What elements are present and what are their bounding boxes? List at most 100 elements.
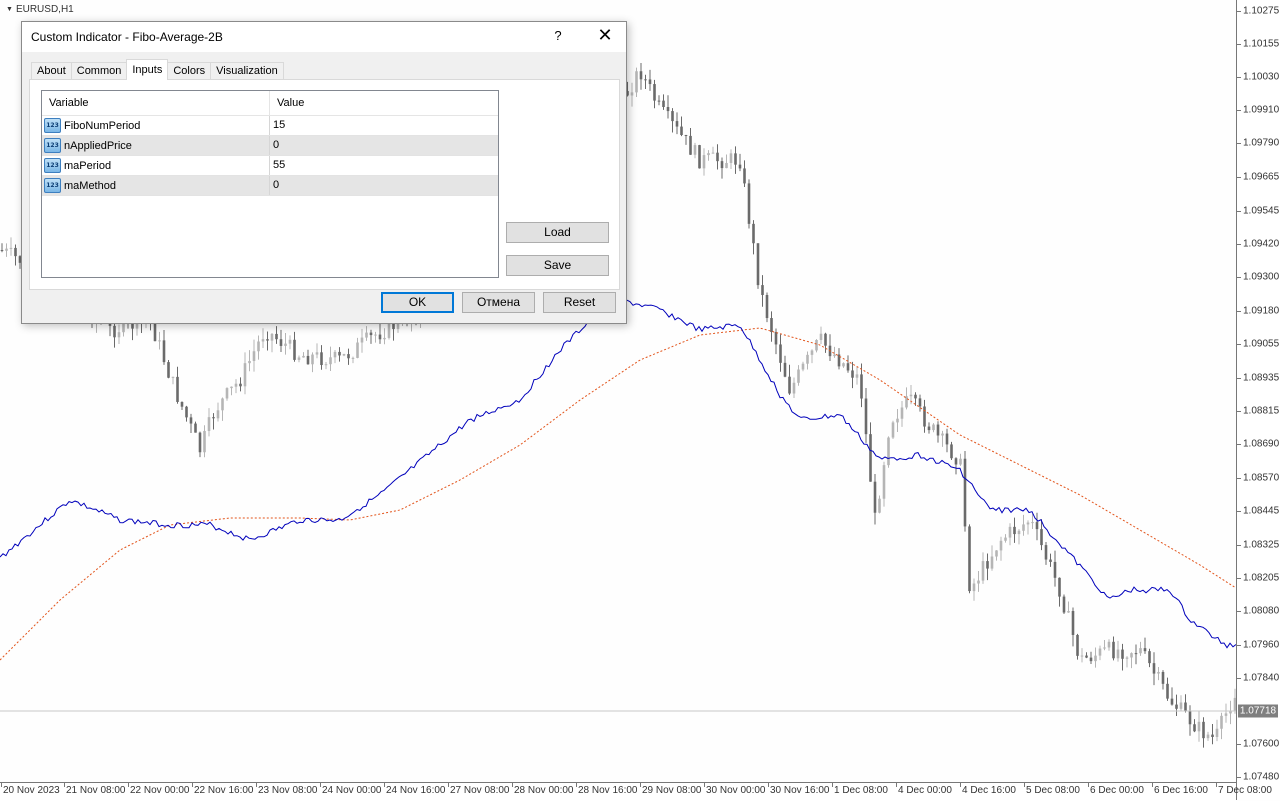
- candle-body: [783, 362, 787, 377]
- moving-average-line: [0, 327, 1236, 661]
- candle-body: [684, 135, 688, 137]
- candle-body: [639, 71, 643, 80]
- price-tick: [1237, 77, 1241, 78]
- candle-body: [180, 401, 184, 407]
- candle-body: [351, 357, 355, 359]
- candle-body: [257, 341, 260, 352]
- table-row[interactable]: 123 maPeriod 55: [42, 156, 498, 176]
- price-tick-label: 1.09545: [1243, 205, 1280, 217]
- time-tick-label: 24 Nov 00:00: [322, 785, 382, 796]
- time-tick-label: 23 Nov 08:00: [258, 785, 318, 796]
- candle-body: [1017, 530, 1021, 535]
- dropdown-triangle-icon[interactable]: ▼: [6, 6, 13, 13]
- close-icon[interactable]: ✕: [592, 25, 618, 46]
- time-tick: [1216, 783, 1217, 787]
- table-row[interactable]: 123 FiboNumPeriod 15: [42, 116, 498, 136]
- row-variable: nAppliedPrice: [64, 139, 132, 152]
- integer-param-icon: 123: [44, 138, 61, 153]
- candle-body: [738, 164, 742, 169]
- candle-body: [158, 340, 161, 342]
- save-button[interactable]: Save: [506, 255, 609, 276]
- time-tick: [896, 783, 897, 787]
- candle-body: [266, 339, 269, 341]
- ok-button[interactable]: OK: [381, 292, 454, 313]
- reset-button[interactable]: Reset: [543, 292, 616, 313]
- candle-body: [1184, 702, 1187, 712]
- time-tick-label: 4 Dec 00:00: [898, 785, 952, 796]
- tab-about[interactable]: About: [31, 62, 72, 80]
- candle-body: [117, 332, 121, 338]
- candle-body: [986, 561, 989, 569]
- candle-body: [162, 340, 166, 363]
- tab-common[interactable]: Common: [70, 62, 128, 80]
- row-variable: maPeriod: [64, 159, 112, 172]
- candle-body: [279, 339, 283, 346]
- price-tick-label: 1.09180: [1243, 305, 1280, 317]
- time-tick: [128, 783, 129, 787]
- candle-body: [972, 583, 976, 592]
- candle-body: [1031, 522, 1034, 524]
- price-tick: [1237, 244, 1241, 245]
- candle-body: [671, 111, 674, 122]
- price-tick: [1237, 143, 1241, 144]
- time-tick-label: 1 Dec 08:00: [834, 785, 888, 796]
- candle-body: [1094, 655, 1097, 662]
- candle-body: [720, 161, 724, 169]
- candle-body: [1103, 647, 1106, 649]
- candle-body: [234, 383, 238, 387]
- row-value[interactable]: 15: [270, 116, 285, 135]
- candle-body: [918, 398, 922, 407]
- time-tick: [64, 783, 65, 787]
- inputs-table: Variable Value 123 FiboNumPeriod 15 123 nA…: [41, 90, 499, 278]
- candle-body: [801, 363, 805, 370]
- candle-body: [347, 354, 350, 359]
- price-tick-label: 1.07600: [1243, 738, 1280, 750]
- candle-body: [936, 424, 940, 436]
- time-tick: [448, 783, 449, 787]
- table-row[interactable]: 123 nAppliedPrice 0: [42, 136, 498, 156]
- candle-body: [369, 332, 373, 336]
- candle-body: [1175, 704, 1178, 709]
- candle-body: [5, 248, 8, 251]
- tab-colors[interactable]: Colors: [167, 62, 212, 80]
- table-row[interactable]: 123 maMethod 0: [42, 176, 498, 196]
- candle-body: [1170, 698, 1174, 705]
- price-tick-label: 1.09910: [1243, 104, 1280, 116]
- candle-body: [774, 332, 778, 345]
- candle-body: [756, 243, 760, 286]
- header-variable[interactable]: Variable: [42, 91, 270, 115]
- time-tick-label: 22 Nov 00:00: [130, 785, 190, 796]
- tab-visualization[interactable]: Visualization: [210, 62, 284, 80]
- row-value[interactable]: 55: [270, 156, 285, 175]
- price-axis[interactable]: 1.10275 1.10155 1.10030 1.09910 1.09790 1.096…: [1236, 0, 1280, 800]
- help-button[interactable]: ?: [548, 28, 568, 43]
- candle-body: [1121, 649, 1124, 659]
- candle-body: [815, 340, 818, 351]
- candle-body: [378, 334, 382, 340]
- candle-body: [806, 354, 809, 364]
- load-button[interactable]: Load: [506, 222, 609, 243]
- tab-inputs[interactable]: Inputs: [126, 59, 169, 80]
- candle-body: [846, 363, 850, 371]
- time-axis[interactable]: 20 Nov 2023 21 Nov 08:00 22 Nov 00:00 22 No…: [0, 782, 1272, 801]
- price-tick-label: 1.08690: [1243, 438, 1280, 450]
- candle-body: [657, 100, 661, 102]
- dialog-title-bar[interactable]: Custom Indicator - Fibo-Average-2B ? ✕: [22, 22, 626, 52]
- row-value[interactable]: 0: [270, 176, 279, 195]
- candle-body: [999, 540, 1003, 551]
- header-value[interactable]: Value: [270, 91, 304, 115]
- candle-body: [1148, 651, 1151, 664]
- candle-body: [374, 334, 377, 336]
- candle-body: [891, 422, 895, 438]
- candle-body: [1125, 657, 1129, 659]
- candle-body: [212, 417, 215, 419]
- time-tick-label: 7 Dec 08:00: [1218, 785, 1272, 796]
- price-tick-label: 1.08080: [1243, 605, 1280, 617]
- row-value[interactable]: 0: [270, 136, 279, 155]
- cancel-button[interactable]: Отмена: [462, 292, 535, 313]
- price-tick: [1237, 511, 1241, 512]
- price-tick: [1237, 645, 1241, 646]
- candle-body: [113, 325, 116, 338]
- candle-body: [824, 333, 827, 346]
- time-tick-label: 6 Dec 00:00: [1090, 785, 1144, 796]
